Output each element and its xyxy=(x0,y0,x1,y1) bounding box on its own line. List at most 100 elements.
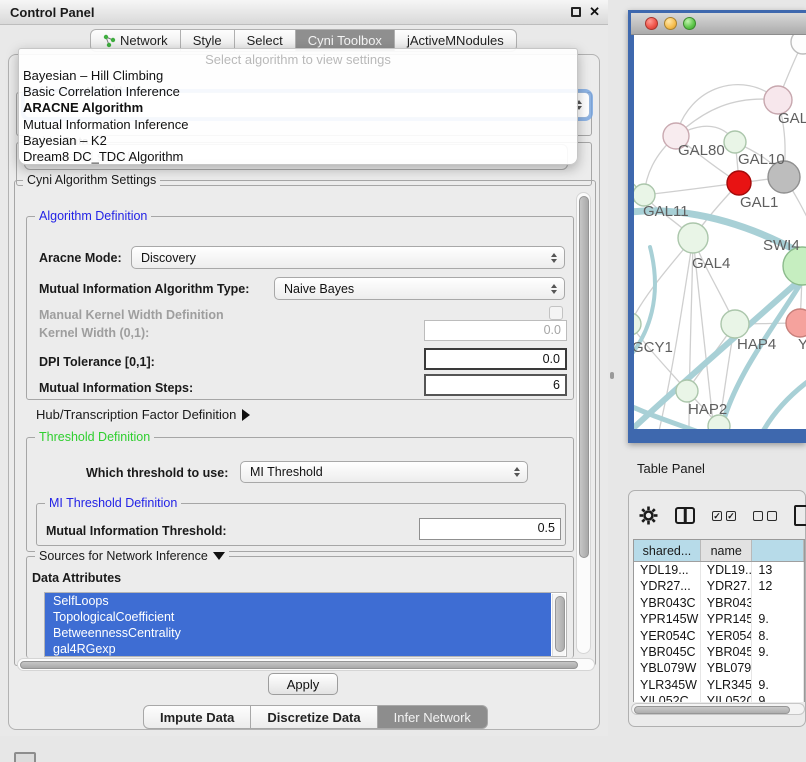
table-row[interactable]: YBR043CYBR043C xyxy=(634,595,804,611)
table-row[interactable]: YBR045CYBR045C9. xyxy=(634,644,804,660)
mi-type-value: Naive Bayes xyxy=(284,282,354,296)
aracne-mode-combobox[interactable]: Discovery xyxy=(131,246,565,269)
node-label: GAL xyxy=(778,110,806,127)
node-label: HAP4 xyxy=(737,336,776,353)
threshold-definition-title: Threshold Definition xyxy=(35,430,154,444)
column-header[interactable] xyxy=(752,540,804,561)
attribute-item[interactable]: SelfLoops xyxy=(45,593,551,609)
bottom-tab-impute-data[interactable]: Impute Data xyxy=(143,705,251,729)
columns-icon[interactable] xyxy=(675,507,695,524)
bottom-tab-discretize-data[interactable]: Discretize Data xyxy=(251,705,377,729)
which-threshold-combobox[interactable]: MI Threshold xyxy=(240,461,528,483)
kernel-width-field[interactable]: 0.0 xyxy=(424,320,567,341)
close-traffic-light-icon[interactable] xyxy=(645,17,658,30)
network-node-gcy1[interactable] xyxy=(634,313,641,335)
table-cell: YPR145W xyxy=(634,611,701,627)
float-window-icon[interactable] xyxy=(571,7,581,17)
mi-steps-field[interactable]: 6 xyxy=(424,374,567,396)
table-panel: ✓✓ shared...name YDL19...YDL19...13YDR27… xyxy=(628,490,806,727)
splitter-handle[interactable] xyxy=(610,372,614,379)
network-node-gal4[interactable] xyxy=(678,223,708,253)
tab-label: Select xyxy=(247,33,283,48)
data-attributes-list[interactable]: SelfLoopsTopologicalCoefficientBetweenne… xyxy=(44,592,567,657)
table-row[interactable]: YLR345WYLR345W9. xyxy=(634,677,804,693)
table-cell: 9 xyxy=(752,693,804,702)
sources-title-text: Sources for Network Inference xyxy=(39,549,208,563)
attributes-scrollbar[interactable] xyxy=(552,594,565,656)
apply-button-label: Apply xyxy=(287,677,320,692)
combo-stepper-icon xyxy=(514,467,520,477)
zoom-traffic-light-icon[interactable] xyxy=(683,17,696,30)
screen: Control Panel ✕ NetworkStyleSelectCyni T… xyxy=(0,0,806,762)
minimized-panel-icon[interactable] xyxy=(14,752,36,762)
network-canvas[interactable]: GALGAL80GAL10GAL1GAL11SWI4GAL4GCY1HAP4YH… xyxy=(634,35,806,429)
table-row[interactable]: YPR145WYPR145W9. xyxy=(634,611,804,627)
network-node-gal10[interactable] xyxy=(724,131,746,153)
apply-button[interactable]: Apply xyxy=(268,673,338,695)
mi-steps-label: Mutual Information Steps: xyxy=(39,381,193,395)
table-row[interactable]: YIL052CYIL052C9 xyxy=(634,693,804,702)
table-cell: 9. xyxy=(752,677,804,693)
table-row[interactable]: YDR27...YDR27...12 xyxy=(634,578,804,594)
table-row[interactable]: YBL079WYBL079W xyxy=(634,660,804,676)
table-horizontal-scrollbar[interactable] xyxy=(631,703,805,715)
algorithm-option[interactable]: Bayesian – K2 xyxy=(19,133,577,149)
close-icon[interactable]: ✕ xyxy=(589,4,600,20)
table-toolbar: ✓✓ xyxy=(639,505,806,526)
unchecked-columns-icon[interactable] xyxy=(753,511,777,521)
control-panel-titlebar: Control Panel ✕ xyxy=(0,0,608,25)
tab-label: jActiveMNodules xyxy=(407,33,504,48)
network-view-window[interactable]: GALGAL80GAL10GAL1GAL11SWI4GAL4GCY1HAP4YH… xyxy=(628,10,806,443)
algorithm-option[interactable]: Mutual Information Inference xyxy=(19,117,577,133)
checked-columns-icon[interactable]: ✓✓ xyxy=(712,511,736,521)
network-edge xyxy=(720,278,804,429)
network-node-hap2[interactable] xyxy=(676,380,698,402)
sources-group-title[interactable]: Sources for Network Inference xyxy=(35,549,229,563)
hub-definition-expander[interactable]: Hub/Transcription Factor Definition xyxy=(36,407,250,422)
table-cell: YBR045C xyxy=(634,644,701,660)
node-label: GAL80 xyxy=(678,142,725,159)
network-edge xyxy=(644,183,739,195)
combo-stepper-icon xyxy=(551,253,557,263)
algorithm-option[interactable]: ARACNE Algorithm xyxy=(19,100,577,116)
manual-kernel-checkbox[interactable] xyxy=(549,306,563,320)
node-label: SWI4 xyxy=(763,237,800,254)
table-cell: 9. xyxy=(752,611,804,627)
network-node-hap4[interactable] xyxy=(721,310,749,338)
attribute-item[interactable]: gal4RGexp xyxy=(45,641,551,657)
node-label: GAL4 xyxy=(692,255,730,272)
tab-label: Network xyxy=(120,33,168,48)
column-header[interactable]: shared... xyxy=(634,540,701,561)
settings-horizontal-scrollbar[interactable] xyxy=(17,658,595,671)
attribute-item[interactable]: BetweennessCentrality xyxy=(45,625,551,641)
minimize-traffic-light-icon[interactable] xyxy=(664,17,677,30)
mi-type-combobox[interactable]: Naive Bayes xyxy=(274,277,565,300)
node-label: GAL11 xyxy=(643,203,689,220)
attribute-item[interactable]: TopologicalCoefficient xyxy=(45,609,551,625)
bottom-tab-infer-network[interactable]: Infer Network xyxy=(378,705,488,729)
table-row[interactable]: YER054CYER054C8. xyxy=(634,628,804,644)
algorithm-option[interactable]: Dream8 DC_TDC Algorithm xyxy=(19,149,577,165)
document-icon[interactable] xyxy=(794,505,806,526)
column-header[interactable]: name xyxy=(701,540,753,561)
network-node-gal1[interactable] xyxy=(727,171,751,195)
node-attribute-table[interactable]: shared...name YDL19...YDL19...13YDR27...… xyxy=(633,539,805,702)
combo-stepper-icon xyxy=(551,284,557,294)
expander-right-icon xyxy=(242,409,250,421)
dpi-tolerance-field[interactable]: 0.0 xyxy=(424,348,567,370)
network-edge xyxy=(676,85,778,136)
network-node[interactable] xyxy=(791,35,806,54)
algorithm-placeholder: Select algorithm to view settings xyxy=(19,49,577,68)
algorithm-option[interactable]: Basic Correlation Inference xyxy=(19,84,577,100)
network-window-titlebar[interactable] xyxy=(631,13,806,35)
network-node-y[interactable] xyxy=(786,309,806,337)
table-row[interactable]: YDL19...YDL19...13 xyxy=(634,562,804,578)
table-cell: YBR043C xyxy=(634,595,701,611)
mi-threshold-field[interactable]: 0.5 xyxy=(419,518,561,540)
gear-icon[interactable] xyxy=(639,506,658,525)
settings-vertical-scrollbar[interactable] xyxy=(576,192,591,654)
table-panel-header: Table Panel xyxy=(628,450,806,486)
tab-label: Style xyxy=(193,33,222,48)
expander-down-icon xyxy=(213,552,225,560)
algorithm-option[interactable]: Bayesian – Hill Climbing xyxy=(19,68,577,84)
